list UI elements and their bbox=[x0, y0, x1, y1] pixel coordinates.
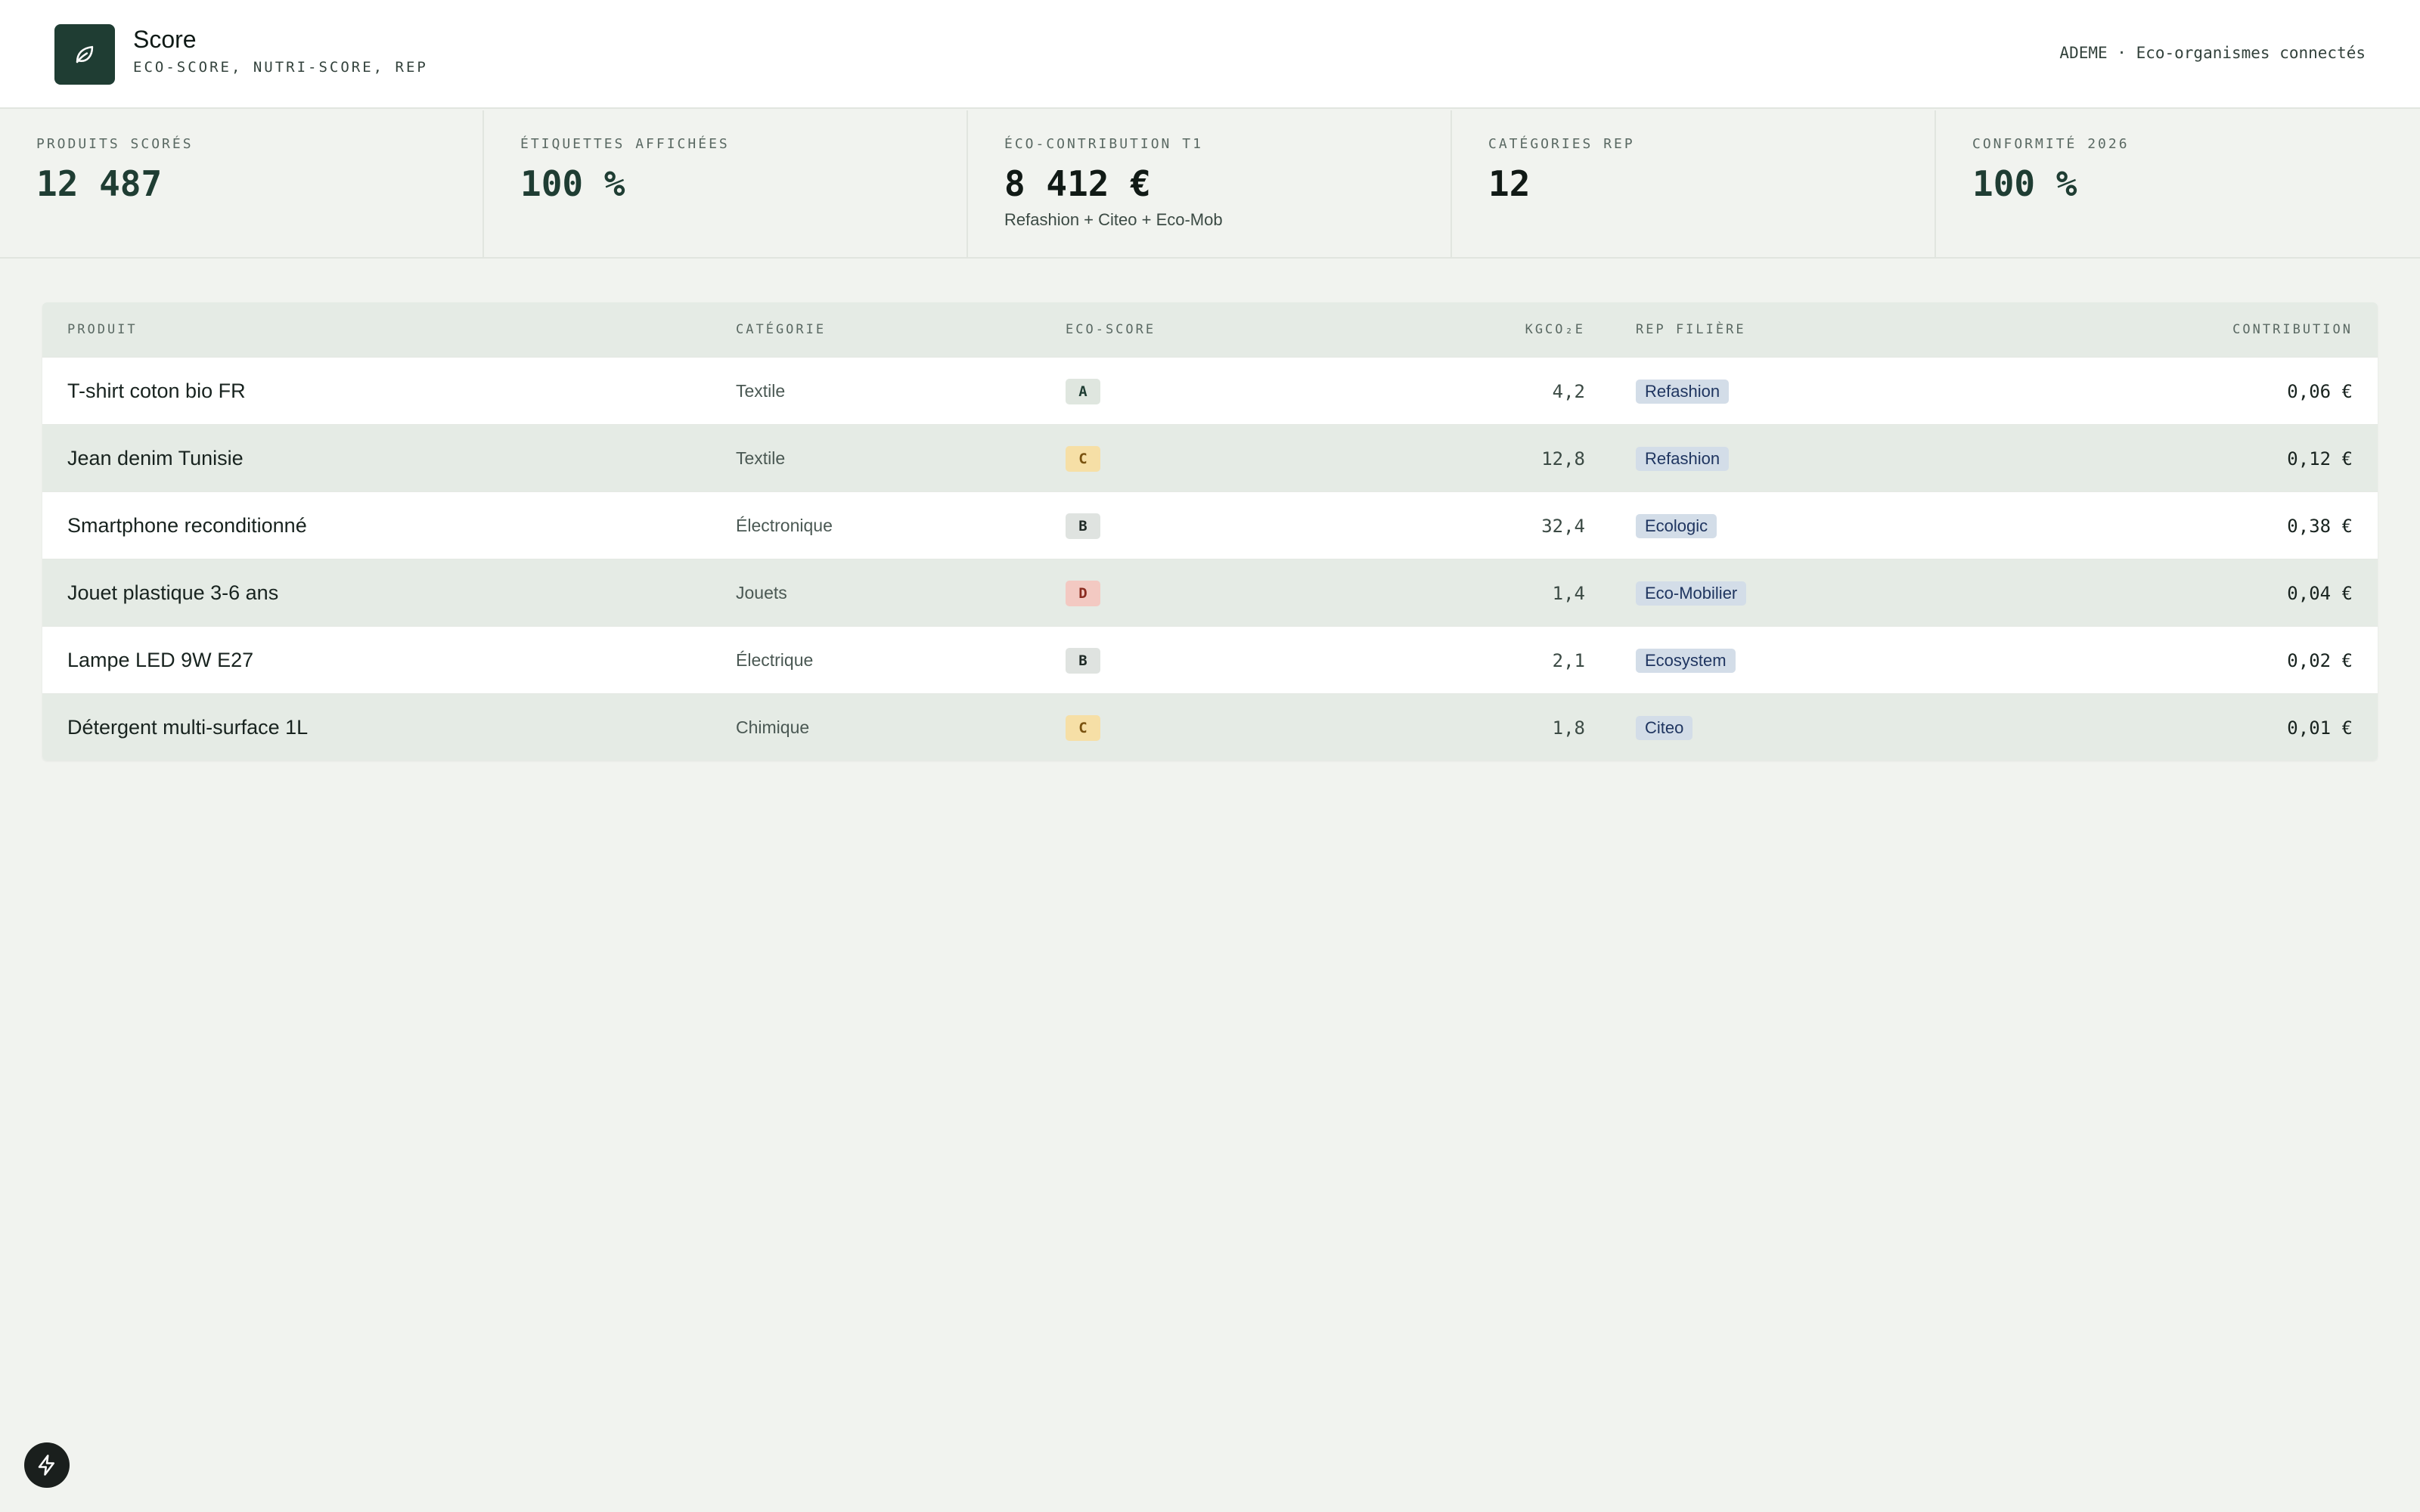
co2-value: 1,8 bbox=[1552, 717, 1585, 739]
stat-value: 100 % bbox=[520, 163, 625, 204]
stat-value: 100 % bbox=[1972, 163, 2077, 204]
column-header-co2[interactable]: KGCO₂E bbox=[1525, 322, 1585, 337]
eco-score-badge: B bbox=[1066, 513, 1100, 539]
column-header-rep[interactable]: REP filière bbox=[1636, 322, 1746, 337]
product-category: Jouets bbox=[736, 583, 787, 603]
table-header: Produit Catégorie Eco-score KGCO₂E REP f… bbox=[42, 302, 2378, 357]
contribution-value: 0,01 € bbox=[2287, 717, 2353, 739]
eco-score-badge: B bbox=[1066, 647, 1100, 674]
co2-value: 4,2 bbox=[1552, 380, 1585, 402]
eco-score-cell: D bbox=[1066, 559, 1100, 627]
stat-value: 12 bbox=[1488, 163, 1531, 204]
table-row[interactable]: Jean denim Tunisie Textile C 12,8 Refash… bbox=[42, 424, 2378, 491]
stat-value: 8 412 € bbox=[1004, 163, 1151, 204]
stat-label: Produits scorés bbox=[36, 136, 194, 152]
rep-cell: Refashion bbox=[1636, 425, 1730, 492]
contribution-value: 0,12 € bbox=[2287, 448, 2353, 469]
product-name: Lampe LED 9W E27 bbox=[67, 649, 254, 671]
column-header-contribution[interactable]: Contribution bbox=[2232, 322, 2353, 337]
rep-cell: Ecosystem bbox=[1636, 627, 1736, 694]
rep-tag: Ecologic bbox=[1636, 513, 1717, 538]
co2-value: 2,1 bbox=[1552, 649, 1585, 671]
quick-action-button[interactable] bbox=[24, 1442, 70, 1488]
rep-tag: Ecosystem bbox=[1636, 648, 1736, 673]
contribution-value: 0,06 € bbox=[2287, 380, 2353, 402]
eco-score-badge: C bbox=[1066, 714, 1100, 741]
product-category: Textile bbox=[736, 448, 786, 468]
eco-score-cell: C bbox=[1066, 425, 1100, 492]
rep-tag: Refashion bbox=[1636, 446, 1730, 471]
rep-cell: Eco-Mobilier bbox=[1636, 559, 1747, 627]
rep-tag: Eco-Mobilier bbox=[1636, 581, 1747, 606]
rep-cell: Ecologic bbox=[1636, 492, 1717, 559]
eco-score-cell: B bbox=[1066, 627, 1100, 694]
product-name: Jouet plastique 3-6 ans bbox=[67, 581, 279, 604]
table-row[interactable]: Smartphone reconditionné Électronique B … bbox=[42, 491, 2378, 559]
eco-score-badge: D bbox=[1066, 580, 1100, 606]
app-logo[interactable] bbox=[54, 24, 115, 85]
stat-label: Catégories REP bbox=[1488, 136, 1635, 152]
contribution-value: 0,04 € bbox=[2287, 582, 2353, 604]
header-status-text: ADEME · Eco-organismes connectés bbox=[2059, 44, 2366, 62]
rep-tag: Refashion bbox=[1636, 379, 1730, 404]
stat-compliance-2026: Conformité 2026 100 % bbox=[1936, 110, 2420, 259]
product-name: Détergent multi-surface 1L bbox=[67, 716, 309, 739]
co2-value: 1,4 bbox=[1552, 582, 1585, 604]
product-category: Électrique bbox=[736, 650, 814, 670]
product-name: Smartphone reconditionné bbox=[67, 514, 307, 537]
stat-label: Étiquettes affichées bbox=[520, 136, 730, 152]
contribution-value: 0,38 € bbox=[2287, 515, 2353, 537]
product-name: Jean denim Tunisie bbox=[67, 447, 244, 469]
app-header: Score ECO-SCORE, NUTRI-SCORE, REP ADEME … bbox=[0, 0, 2420, 109]
product-category: Chimique bbox=[736, 717, 810, 737]
app-title: Score bbox=[133, 26, 197, 53]
stat-note: Refashion + Citeo + Eco-Mob bbox=[1004, 210, 1223, 229]
rep-tag: Citeo bbox=[1636, 715, 1693, 740]
table-row[interactable]: Détergent multi-surface 1L Chimique C 1,… bbox=[42, 693, 2378, 761]
column-header-category[interactable]: Catégorie bbox=[736, 322, 826, 337]
co2-value: 12,8 bbox=[1541, 448, 1585, 469]
eco-score-badge: A bbox=[1066, 378, 1100, 404]
eco-score-cell: C bbox=[1066, 694, 1100, 761]
stat-products-scored: Produits scorés 12 487 bbox=[0, 110, 484, 259]
stat-label: Conformité 2026 bbox=[1972, 136, 2130, 152]
eco-score-badge: C bbox=[1066, 445, 1100, 472]
table-row[interactable]: Lampe LED 9W E27 Électrique B 2,1 Ecosys… bbox=[42, 626, 2378, 693]
app-subtitle: ECO-SCORE, NUTRI-SCORE, REP bbox=[133, 59, 428, 76]
eco-score-cell: A bbox=[1066, 358, 1100, 425]
stat-eco-contribution: Éco-contribution T1 8 412 € Refashion + … bbox=[968, 110, 1452, 259]
stat-labels-displayed: Étiquettes affichées 100 % bbox=[484, 110, 968, 259]
product-category: Textile bbox=[736, 381, 786, 401]
product-category: Électronique bbox=[736, 516, 833, 535]
contribution-value: 0,02 € bbox=[2287, 649, 2353, 671]
product-name: T-shirt coton bio FR bbox=[67, 380, 246, 402]
products-table: Produit Catégorie Eco-score KGCO₂E REP f… bbox=[42, 302, 2378, 761]
co2-value: 32,4 bbox=[1541, 515, 1585, 537]
stat-value: 12 487 bbox=[36, 163, 163, 204]
lightning-icon bbox=[38, 1455, 54, 1476]
eco-score-cell: B bbox=[1066, 492, 1100, 559]
column-header-eco-score[interactable]: Eco-score bbox=[1066, 322, 1156, 337]
stat-rep-categories: Catégories REP 12 bbox=[1452, 110, 1936, 259]
rep-cell: Refashion bbox=[1636, 358, 1730, 425]
table-row[interactable]: T-shirt coton bio FR Textile A 4,2 Refas… bbox=[42, 357, 2378, 424]
column-header-product[interactable]: Produit bbox=[67, 322, 138, 337]
leaf-icon bbox=[76, 45, 94, 64]
rep-cell: Citeo bbox=[1636, 694, 1693, 761]
stats-bar: Produits scorés 12 487 Étiquettes affich… bbox=[0, 110, 2420, 259]
table-row[interactable]: Jouet plastique 3-6 ans Jouets D 1,4 Eco… bbox=[42, 559, 2378, 626]
stat-label: Éco-contribution T1 bbox=[1004, 136, 1203, 152]
